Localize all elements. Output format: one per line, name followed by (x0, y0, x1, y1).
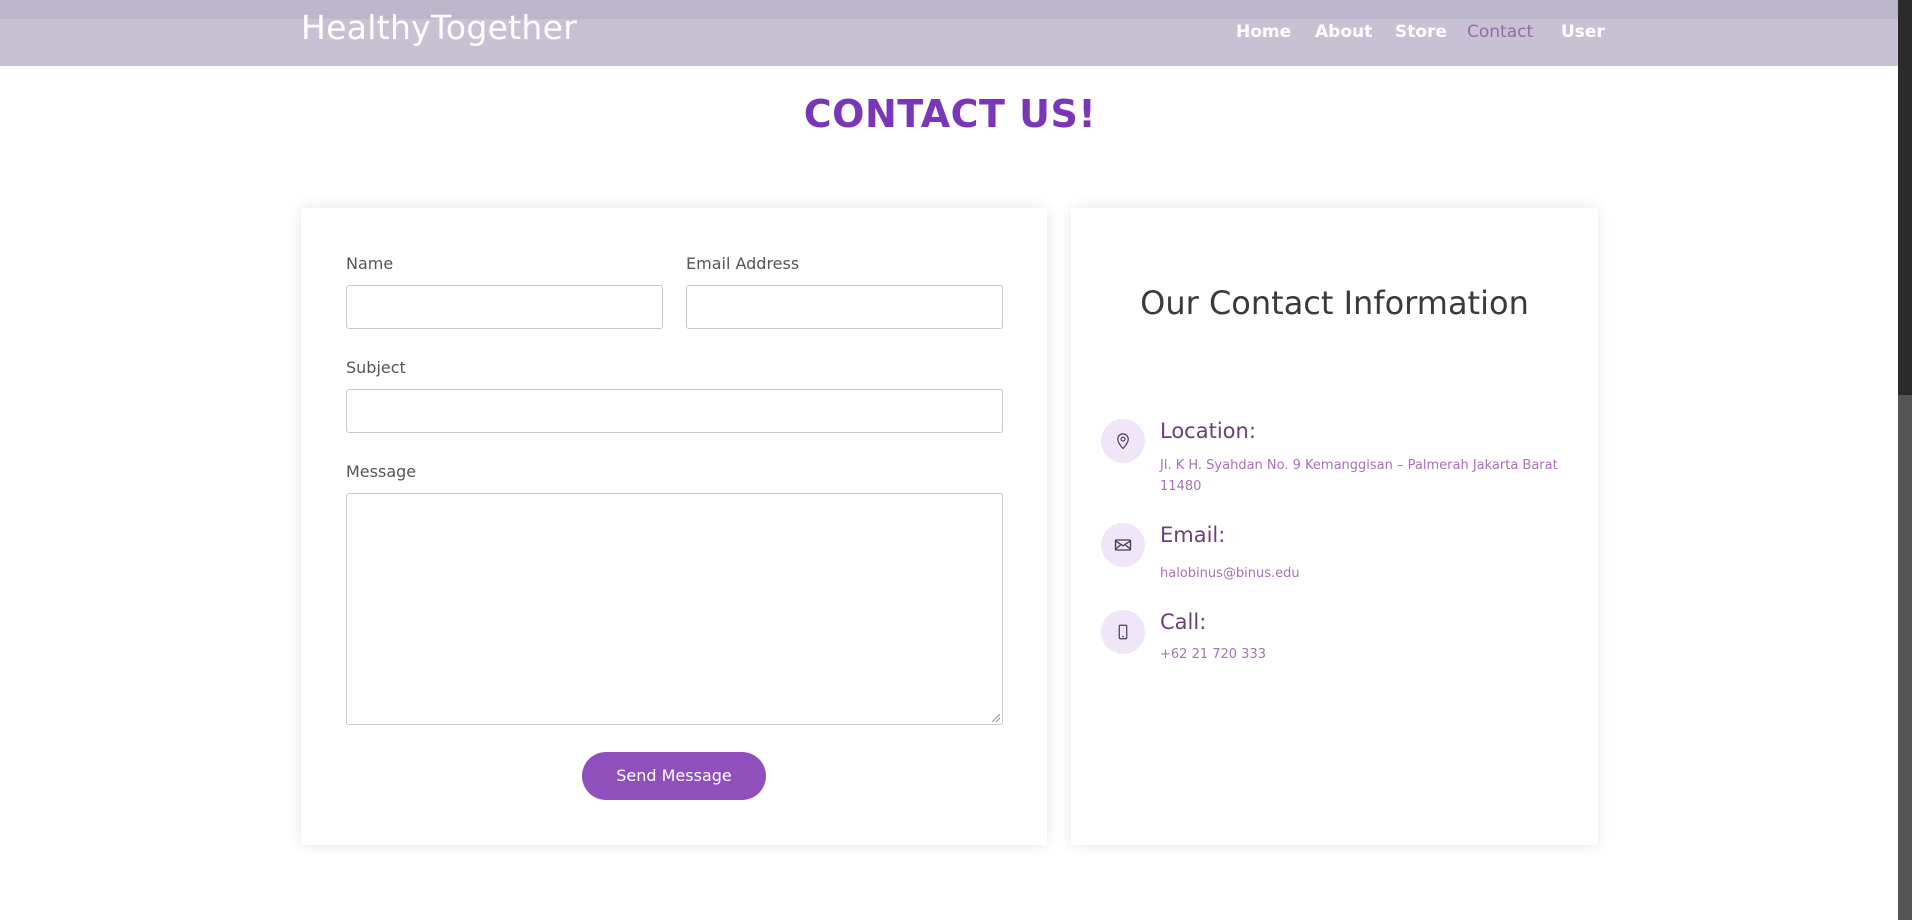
nav-link-contact[interactable]: Contact (1467, 22, 1533, 42)
name-label: Name (346, 254, 394, 273)
call-heading: Call: (1160, 610, 1207, 634)
brand-logo[interactable]: HealthyTogether (301, 8, 577, 47)
email-text[interactable]: halobinus@binus.edu (1160, 563, 1570, 584)
email-input[interactable] (686, 285, 1003, 329)
resize-handle[interactable] (992, 714, 1000, 722)
phone-icon (1101, 610, 1145, 654)
map-pin-icon (1101, 419, 1145, 463)
call-text[interactable]: +62 21 720 333 (1160, 644, 1570, 665)
navbar: HealthyTogether Home About Store Contact… (0, 0, 1900, 66)
email-label: Email Address (686, 254, 800, 273)
scrollbar-thumb[interactable] (1898, 395, 1912, 920)
info-location: Location: Jl. K H. Syahdan No. 9 Kemangg… (1101, 419, 1571, 494)
envelope-icon (1101, 523, 1145, 567)
nav-link-user[interactable]: User (1561, 22, 1605, 42)
location-heading: Location: (1160, 419, 1256, 443)
contact-info-title: Our Contact Information (1140, 284, 1529, 322)
contact-form-card: Name Email Address Subject Message Send … (301, 208, 1047, 845)
message-textarea[interactable] (346, 493, 1003, 725)
message-label: Message (346, 462, 417, 481)
subject-input[interactable] (346, 389, 1003, 433)
nav-link-about[interactable]: About (1315, 22, 1372, 42)
contact-info-card: Our Contact Information Location: Jl. K … (1071, 208, 1598, 845)
info-email: Email: halobinus@binus.edu (1101, 523, 1571, 583)
name-input[interactable] (346, 285, 663, 329)
location-text: Jl. K H. Syahdan No. 9 Kemanggisan – Pal… (1160, 458, 1558, 494)
page-scrollbar[interactable] (1898, 0, 1912, 920)
navbar-top-strip (0, 0, 1900, 19)
subject-label: Subject (346, 358, 406, 377)
nav-link-home[interactable]: Home (1236, 22, 1291, 42)
send-message-button[interactable]: Send Message (582, 752, 766, 800)
nav-link-store[interactable]: Store (1395, 22, 1447, 42)
page-title: CONTACT US! (803, 92, 1097, 136)
email-heading: Email: (1160, 523, 1226, 547)
info-call: Call: +62 21 720 333 (1101, 610, 1571, 670)
